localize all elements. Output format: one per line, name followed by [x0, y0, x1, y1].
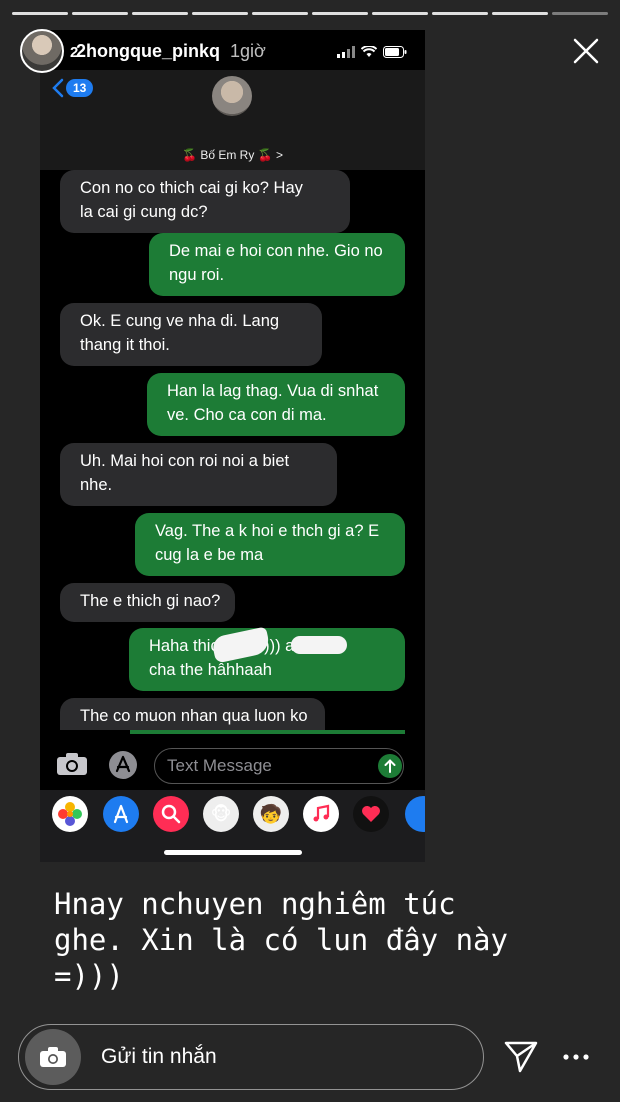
contact-name[interactable]: 🍒 Bố Em Ry 🍒 > [40, 148, 425, 162]
text-message-input[interactable]: Text Message [154, 748, 404, 784]
message-bubble-outgoing: Haha thich và =))) ai cha the hâhhaah [129, 626, 405, 691]
contact-avatar[interactable] [212, 76, 252, 116]
chevron-left-icon [52, 78, 64, 98]
progress-segment [192, 12, 248, 15]
shared-screenshot: 2 13 🍒 Bố Em Ry 🍒 > Con no co thich cai … [40, 30, 425, 862]
app-store-app-icon[interactable] [103, 796, 139, 832]
progress-segment [552, 12, 608, 15]
scribble-redaction [210, 626, 272, 664]
story-progress-bar [12, 12, 608, 15]
message-text: De mai e hoi con nhe. Gio no ngu roi. [169, 242, 383, 284]
monkey-animoji-icon[interactable]: 🐵 [203, 796, 239, 832]
unread-count-badge: 13 [66, 79, 94, 97]
message-text: Vag. The a k hoi e thch gi a? E cug la e… [155, 522, 380, 564]
back-button[interactable]: 13 [52, 78, 94, 98]
home-indicator [164, 850, 302, 855]
photos-app-icon[interactable] [52, 796, 88, 832]
share-button[interactable] [503, 1038, 539, 1079]
scribble-redaction [291, 636, 347, 654]
message-bubble-outgoing: De mai e hoi con nhe. Gio no ngu roi. [149, 233, 405, 296]
reply-placeholder: Gửi tin nhắn [101, 1045, 217, 1068]
message-bubble-outgoing: Han la lag thag. Vua di snhat ve. Cho ca… [147, 373, 405, 436]
reply-input[interactable]: Gửi tin nhắn [18, 1024, 484, 1090]
paper-plane-icon [504, 1041, 538, 1073]
story-caption: Hnay nchuyen nghiêm túc ghe. Xin là có l… [54, 887, 508, 993]
send-button[interactable] [378, 754, 402, 778]
story-username[interactable]: 2hongque_pinkq [76, 41, 220, 62]
arrow-up-icon [384, 759, 396, 773]
heart-icon [362, 806, 380, 822]
reply-camera-button[interactable] [25, 1029, 81, 1085]
progress-segment [252, 12, 308, 15]
message-text: Uh. Mai hoi con roi noi a biet nhe. [80, 452, 290, 494]
flower-icon [58, 802, 82, 826]
more-apps-icon[interactable] [405, 796, 425, 832]
progress-segment [132, 12, 188, 15]
message-bubble-incoming: Con no co thich cai gi ko? Hay la cai gi… [60, 170, 350, 233]
user-avatar[interactable] [20, 29, 64, 73]
camera-icon [40, 1047, 66, 1067]
message-text: The e thich gi nao? [80, 592, 221, 610]
music-note-icon [313, 804, 330, 822]
search-images-app-icon[interactable] [153, 796, 189, 832]
progress-segment [312, 12, 368, 15]
story-time-ago: 1giờ [230, 40, 266, 61]
message-text: Ok. E cung ve nha di. Lang thang it thoi… [80, 312, 280, 354]
more-options-button[interactable] [561, 1042, 591, 1072]
memoji-icon[interactable]: 🧒 [253, 796, 289, 832]
message-bubble-incoming: Ok. E cung ve nha di. Lang thang it thoi… [60, 303, 322, 366]
message-text: Han la lag thag. Vua di snhat ve. Cho ca… [167, 382, 379, 424]
progress-segment [12, 12, 68, 15]
app-store-icon[interactable] [108, 750, 138, 780]
camera-icon[interactable] [56, 752, 88, 776]
progress-segment [492, 12, 548, 15]
close-icon [573, 38, 599, 64]
progress-segment [372, 12, 428, 15]
a-letter-icon [113, 804, 129, 824]
message-bubble-incoming: The e thich gi nao? [60, 583, 235, 622]
magnifier-icon [161, 804, 181, 824]
digital-touch-icon[interactable] [353, 796, 389, 832]
progress-segment [432, 12, 488, 15]
music-app-icon[interactable] [303, 796, 339, 832]
message-bubble-incoming: Uh. Mai hoi con roi noi a biet nhe. [60, 443, 337, 506]
ellipsis-icon [563, 1054, 589, 1060]
story-header: 2hongque_pinkq 1giờ [20, 28, 606, 74]
close-button[interactable] [566, 31, 606, 71]
message-text: Con no co thich cai gi ko? Hay la cai gi… [80, 179, 303, 221]
message-bubble-outgoing: Vag. The a k hoi e thch gi a? E cug la e… [135, 513, 405, 576]
message-input-bar: Text Message [40, 730, 425, 790]
progress-segment [72, 12, 128, 15]
message-list: Con no co thich cai gi ko? Hay la cai gi… [40, 170, 425, 770]
